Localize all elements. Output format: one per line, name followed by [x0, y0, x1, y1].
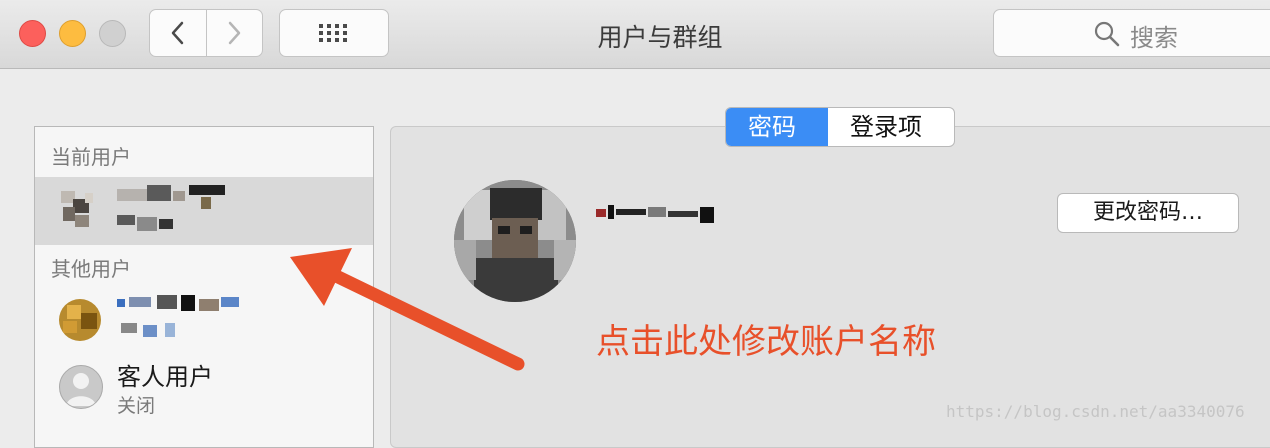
watermark: https://blog.csdn.net/aa3340076	[946, 402, 1245, 421]
annotation-text: 点击此处修改账户名称	[596, 322, 936, 362]
arrow-annotation-icon	[290, 248, 525, 371]
